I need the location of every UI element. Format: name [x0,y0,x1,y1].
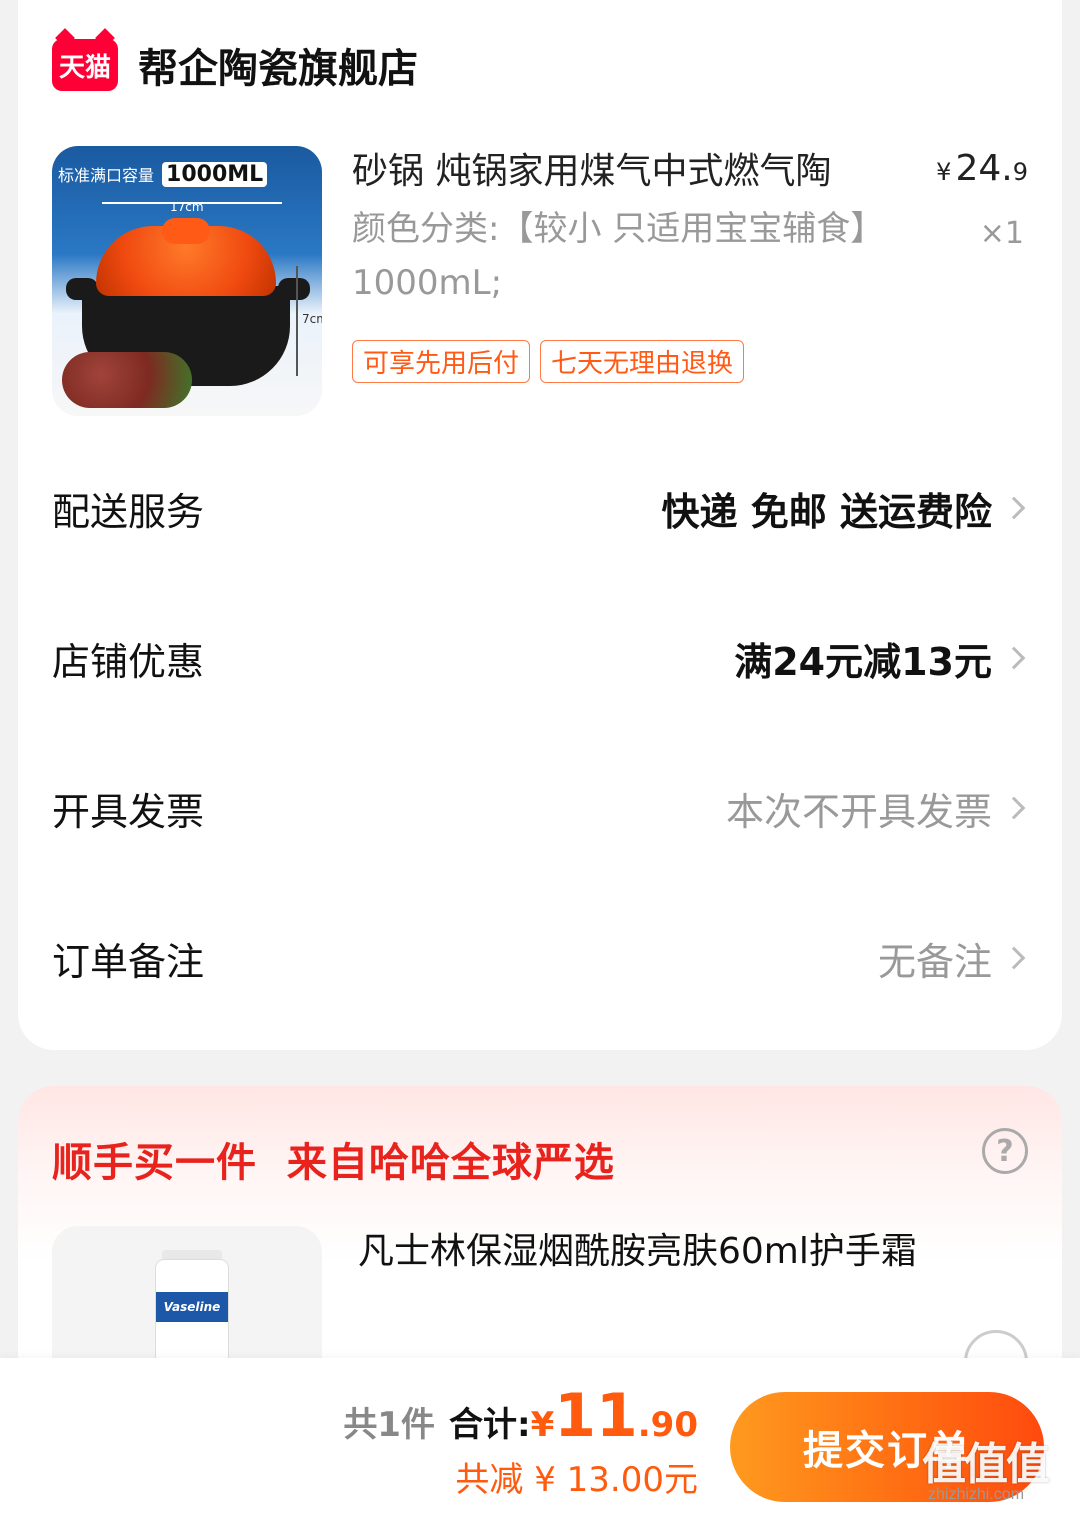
height-dimension-line [296,266,298,376]
price-decimal: 9 [1012,158,1028,186]
total-line: 共1件 合计: ¥ 11 .90 [343,1386,698,1446]
total-currency: ¥ [530,1405,555,1445]
order-note-row[interactable]: 订单备注 无备注 [52,918,1028,998]
saved-amount[interactable]: 共减 ¥ 13.00元 [343,1452,698,1501]
watermark-url: zhizhizhi.com [928,1486,1025,1503]
width-dimension-label: 17cm [170,200,204,214]
note-value: 无备注 [877,939,992,984]
capacity-value: 1000ML [162,161,268,187]
delivery-value: 快递 免邮 送运费险 [661,489,992,534]
discount-value: 满24元减13元 [734,639,992,684]
addon-product-name[interactable]: 凡士林保湿烟酰胺亮肤60ml护手霜 [358,1226,958,1278]
product-title[interactable]: 砂锅 炖锅家用煤气中式燃气陶 [352,142,912,194]
store-order-card: 天猫 帮企陶瓷旗舰店 标准满口容量 1000ML 17cm 7cm 砂锅 炖锅家… [18,0,1062,1050]
store-discount-row[interactable]: 店铺优惠 满24元减13元 [52,618,1028,698]
discount-label: 店铺优惠 [52,639,205,684]
tag-7day-return: 七天无理由退换 [540,340,745,383]
height-dimension-label: 7cm [302,312,322,326]
store-name[interactable]: 帮企陶瓷旗舰店 [138,36,418,94]
store-header[interactable]: 天猫 帮企陶瓷旗舰店 [52,36,418,94]
food-garnish [62,352,192,408]
note-value-wrap: 无备注 [878,931,1028,986]
total-decimal: .90 [637,1405,698,1445]
tag-pay-later: 可享先用后付 [352,340,531,383]
product-quantity: ×1 [979,216,1024,251]
addon-title: 顺手买一件 来自哈哈全球严选 [52,1140,615,1186]
discount-value-wrap: 满24元减13元 [734,631,1028,686]
price-integer: 24. [955,148,1013,189]
question-circle-icon[interactable]: ? [982,1128,1028,1174]
product-image[interactable]: 标准满口容量 1000ML 17cm 7cm [52,146,322,416]
capacity-caption: 标准满口容量 1000ML [52,156,322,192]
chevron-right-icon [1002,496,1026,520]
chevron-right-icon [1002,796,1026,820]
order-summary: 共1件 合计: ¥ 11 .90 共减 ¥ 13.00元 [343,1386,698,1501]
service-tags: 可享先用后付 七天无理由退换 [352,340,745,383]
invoice-row[interactable]: 开具发票 本次不开具发票 [52,768,1028,848]
watermark-logo: 值值值 [922,1439,1050,1490]
total-label: 合计: [448,1405,531,1445]
delivery-label: 配送服务 [52,489,205,534]
tmall-badge-text: 天猫 [58,52,111,83]
invoice-label: 开具发票 [52,789,205,834]
note-label: 订单备注 [52,939,205,984]
delivery-service-row[interactable]: 配送服务 快递 免邮 送运费险 [52,468,1028,548]
invoice-value-wrap: 本次不开具发票 [726,781,1028,836]
capacity-caption-text: 标准满口容量 [58,166,155,185]
chevron-right-icon [1002,946,1026,970]
invoice-value: 本次不开具发票 [725,789,992,834]
total-integer: 11 [554,1381,638,1451]
checkout-bar: 共1件 合计: ¥ 11 .90 共减 ¥ 13.00元 提交订单 值值值 zh… [0,1358,1080,1513]
chevron-right-icon [1002,646,1026,670]
tube-brand-label: Vaseline [156,1292,228,1322]
product-spec[interactable]: 颜色分类:【较小 只适用宝宝辅食】1000mL; [352,202,872,310]
pot-knob [162,218,210,244]
delivery-value-wrap: 快递 免邮 送运费险 [662,481,1028,536]
price-currency: ¥ [936,158,952,186]
item-count: 共1件 [343,1405,435,1445]
tmall-logo-icon: 天猫 [52,39,118,91]
product-item[interactable]: 标准满口容量 1000ML 17cm 7cm 砂锅 炖锅家用煤气中式燃气陶 ¥2… [52,146,1028,416]
product-price: ¥24.9 [936,148,1028,189]
